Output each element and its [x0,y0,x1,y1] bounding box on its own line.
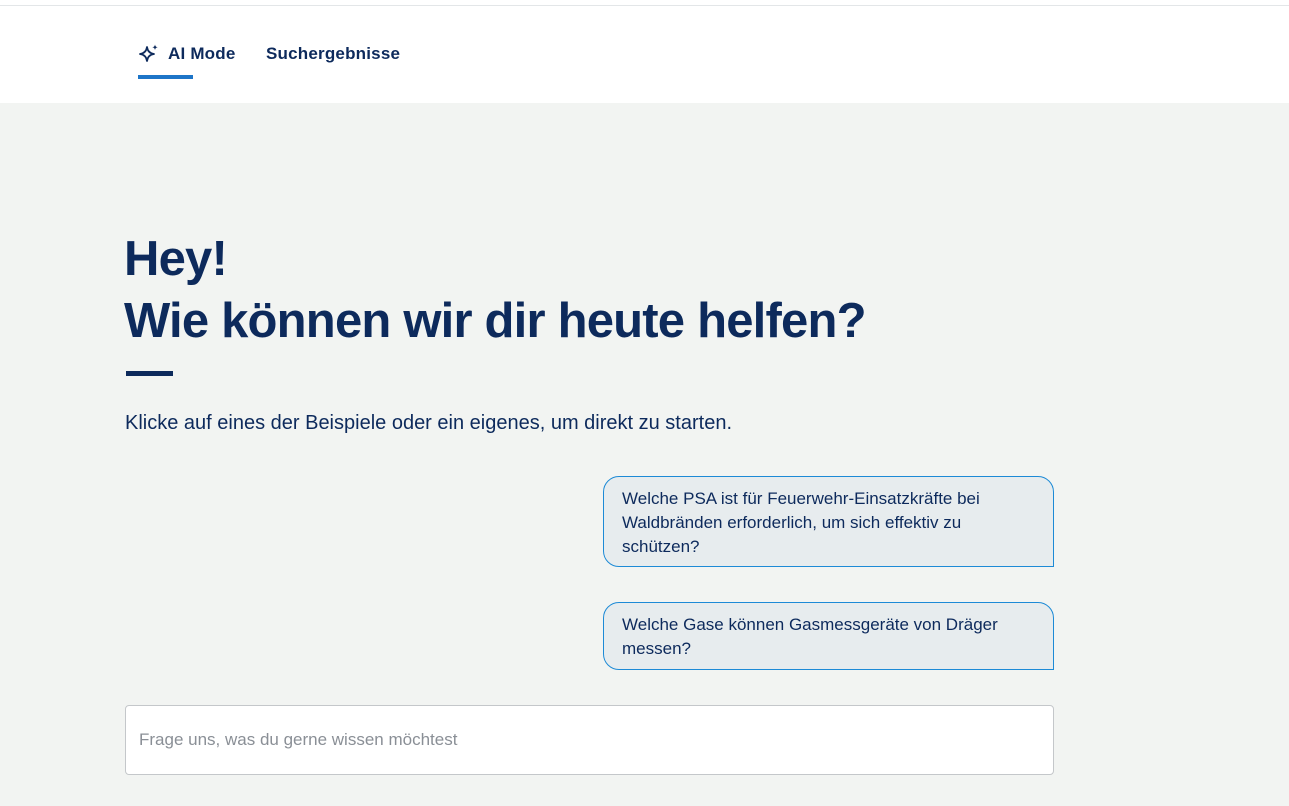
hero-question: Wie können wir dir heute helfen? [124,294,867,348]
page-title: Hey! Wie können wir dir heute helfen? [124,228,867,352]
sparkle-icon [138,43,160,65]
intro-text: Klicke auf eines der Beispiele oder ein … [125,412,733,434]
suggestion-button-gase[interactable]: Welche Gase können Gasmessgeräte von Drä… [603,602,1054,670]
tab-ai-mode[interactable]: AI Mode [138,6,236,103]
active-tab-indicator [138,75,193,79]
title-accent-bar [126,371,173,376]
suggestion-button-psa[interactable]: Welche PSA ist für Feuerwehr-Einsatzkräf… [603,476,1054,567]
tab-ai-mode-label: AI Mode [168,44,236,63]
header-tabs: AI Mode Suchergebnisse [0,6,1289,103]
hero-greeting: Hey! [124,232,228,286]
tab-suchergebnisse[interactable]: Suchergebnisse [266,6,400,103]
tab-suchergebnisse-label: Suchergebnisse [266,44,401,63]
chat-input[interactable] [125,705,1054,775]
